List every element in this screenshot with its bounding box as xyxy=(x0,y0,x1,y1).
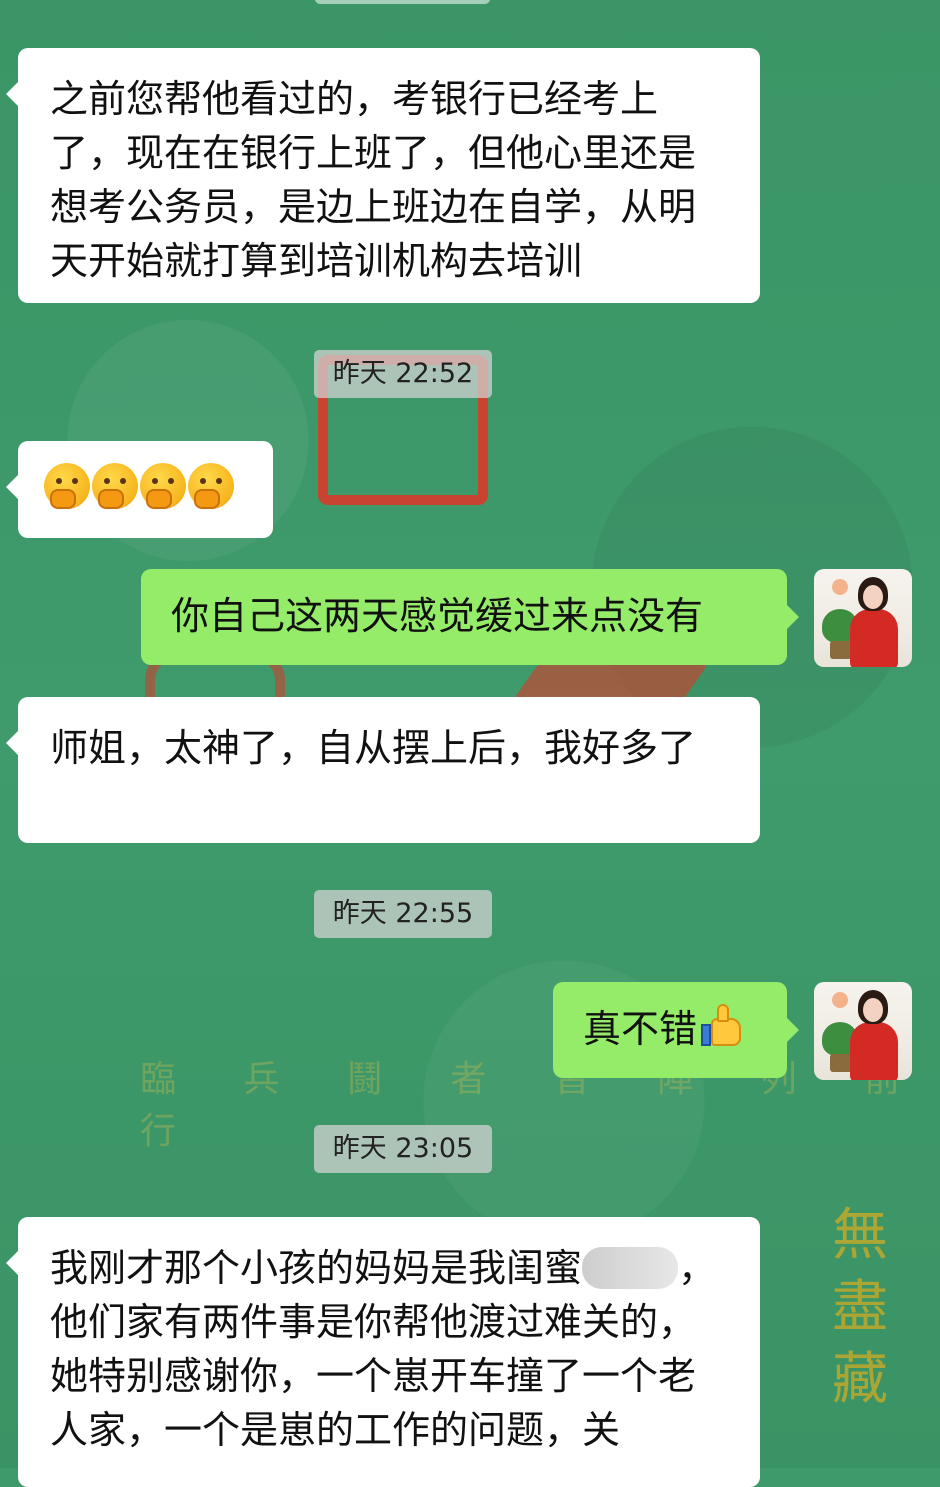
user-avatar[interactable] xyxy=(814,982,912,1080)
timestamp-badge: 昨天 23:05 xyxy=(314,1125,492,1173)
timestamp-badge: 昨天 22:52 xyxy=(314,350,492,398)
time-badge-partial xyxy=(315,0,490,4)
redaction-blur xyxy=(582,1247,679,1289)
timestamp-badge: 昨天 22:55 xyxy=(314,890,492,938)
message-text: 真不错 xyxy=(583,1007,698,1051)
message-bubble-incoming[interactable]: 之前您帮他看过的，考银行已经考上了，现在在银行上班了，但他心里还是想考公务员，是… xyxy=(6,48,760,303)
face-with-hand-over-mouth-icon xyxy=(140,463,186,509)
face-with-hand-over-mouth-icon xyxy=(44,463,90,509)
message-bubble-outgoing[interactable]: 你自己这两天感觉缓过来点没有 xyxy=(141,569,799,665)
background-vertical-text: 無盡藏 xyxy=(832,1203,888,1412)
message-bubble-incoming[interactable] xyxy=(6,441,273,538)
message-text: 师姐，太神了，自从摆上后，我好多了 xyxy=(50,726,697,770)
message-text: 你自己这两天感觉缓过来点没有 xyxy=(171,594,704,638)
message-bubble-incoming[interactable]: 师姐，太神了，自从摆上后，我好多了 xyxy=(6,697,760,843)
face-with-hand-over-mouth-icon xyxy=(188,463,234,509)
face-with-hand-over-mouth-icon xyxy=(92,463,138,509)
user-avatar[interactable] xyxy=(814,569,912,667)
message-text: 我刚才那个小孩的妈妈是我闺蜜 xyxy=(50,1246,583,1290)
message-bubble-outgoing[interactable]: 真不错 xyxy=(553,982,799,1078)
emoji-row xyxy=(44,461,247,509)
thumbs-up-icon xyxy=(701,1004,745,1048)
message-text: 之前您帮他看过的，考银行已经考上了，现在在银行上班了，但他心里还是想考公务员，是… xyxy=(50,77,697,283)
message-bubble-incoming[interactable]: 我刚才那个小孩的妈妈是我闺蜜 ，他们家有两件事是你帮他渡过难关的，她特别感谢你，一… xyxy=(6,1217,760,1487)
